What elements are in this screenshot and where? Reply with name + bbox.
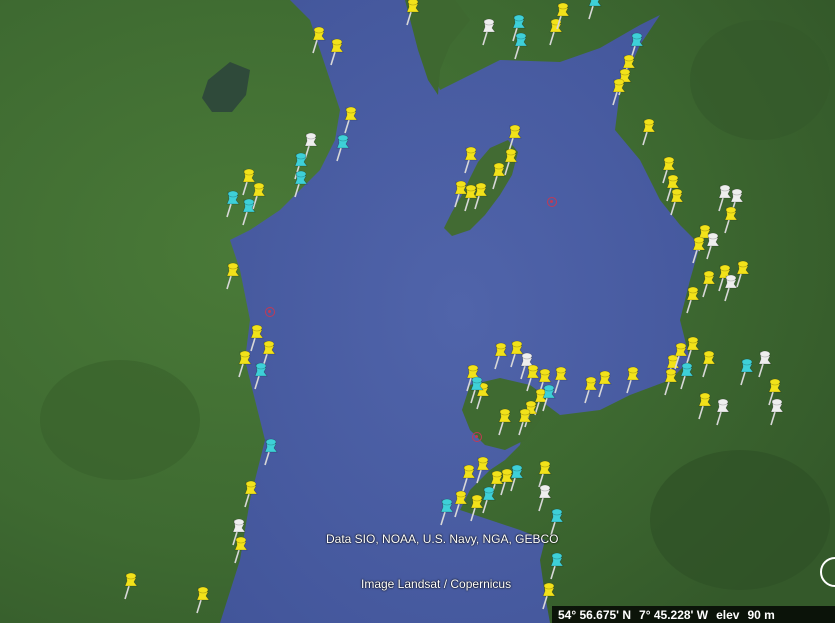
attribution-image: Image Landsat / Copernicus	[361, 577, 512, 591]
map-view[interactable]: Data SIO, NOAA, U.S. Navy, NGA, GEBCO Im…	[0, 0, 835, 623]
elevation-value: 90 m	[747, 607, 775, 622]
attribution-data: Data SIO, NOAA, U.S. Navy, NGA, GEBCO	[326, 532, 559, 546]
elevation-label: elev	[716, 607, 740, 622]
sea-marker[interactable]	[547, 197, 557, 207]
longitude-readout: 7° 45.228' W	[639, 607, 709, 622]
status-bar: 54° 56.675' N 7° 45.228' W elev 90 m	[552, 606, 835, 623]
sea-marker[interactable]	[265, 307, 275, 317]
latitude-readout: 54° 56.675' N	[558, 607, 632, 622]
sea-marker[interactable]	[472, 432, 482, 442]
terrain-layer	[0, 0, 835, 623]
